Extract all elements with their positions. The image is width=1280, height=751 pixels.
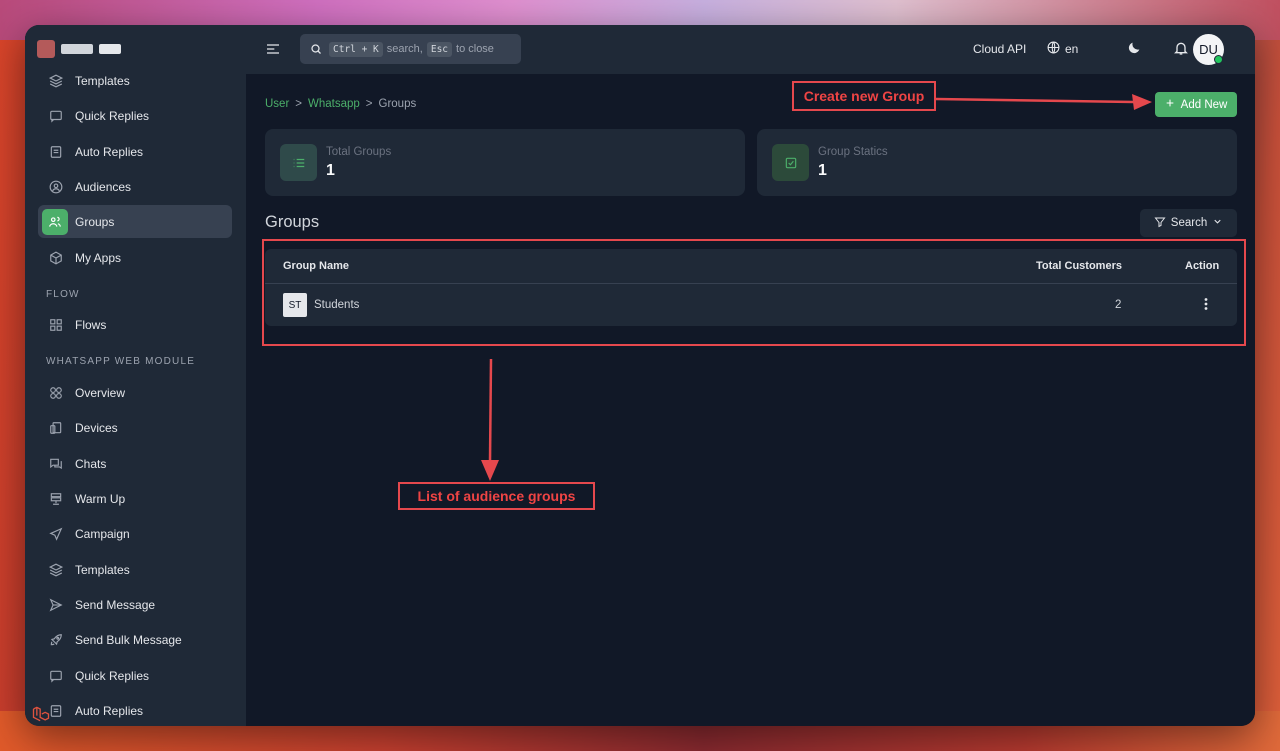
sidebar-item-label: Devices: [75, 420, 118, 435]
cloud-api-link[interactable]: Cloud API: [973, 42, 1026, 56]
sidebar-item-label: Flows: [75, 317, 107, 332]
sidebar-item-flows[interactable]: Flows: [38, 308, 232, 341]
list-icon: [280, 144, 317, 181]
filter-icon: [1154, 216, 1166, 231]
add-new-button[interactable]: Add New: [1155, 92, 1237, 117]
stat-card-group-statics: Group Statics 1: [757, 129, 1237, 196]
add-new-label: Add New: [1180, 98, 1228, 111]
language-selector[interactable]: en: [1047, 41, 1078, 57]
online-status-dot: [1214, 55, 1223, 64]
sidebar-item-label: My Apps: [75, 250, 122, 265]
main-content: User > Whatsapp > Groups Add New Total G…: [246, 74, 1255, 726]
dark-mode-toggle-icon[interactable]: [1126, 40, 1142, 56]
sidebar-item-devices[interactable]: Devices: [38, 411, 232, 444]
laravel-logo-icon: [31, 704, 51, 724]
breadcrumb-current: Groups: [378, 98, 417, 110]
sidebar-item-label: Quick Replies: [75, 108, 150, 123]
search-hint-end: to close: [456, 43, 494, 55]
rocket-icon: [47, 631, 65, 649]
sidebar-item-label: Groups: [75, 214, 115, 229]
users-icon: [42, 208, 68, 235]
box-icon: [47, 249, 65, 267]
layers-icon: [47, 561, 65, 579]
sidebar-item-quick-replies-web[interactable]: Quick Replies: [38, 659, 232, 692]
message-square-icon: [47, 107, 65, 125]
breadcrumb: User > Whatsapp > Groups: [265, 98, 416, 110]
menu-toggle-icon[interactable]: [265, 41, 281, 57]
search-filter-button[interactable]: Search: [1140, 209, 1237, 237]
chats-icon: [47, 455, 65, 473]
breadcrumb-separator: >: [295, 98, 302, 110]
stat-label: Total Groups: [326, 146, 392, 158]
grid-icon: [47, 316, 65, 334]
sidebar-item-label: Templates: [75, 73, 130, 88]
sidebar-item-label: Send Message: [75, 597, 156, 612]
sidebar-item-quick-replies[interactable]: Quick Replies: [38, 99, 232, 132]
globe-icon: [1047, 41, 1060, 57]
language-label: en: [1065, 42, 1079, 56]
stat-value: 1: [818, 162, 827, 179]
sidebar-item-label: Warm Up: [75, 491, 126, 506]
plus-icon: [1165, 98, 1175, 111]
message-square-icon: [47, 667, 65, 685]
search-hint: search,: [386, 43, 423, 55]
sidebar-item-overview[interactable]: Overview: [38, 376, 232, 409]
sidebar-item-label: Send Bulk Message: [75, 632, 182, 647]
breadcrumb-separator: >: [365, 98, 373, 110]
sidebar-item-templates-web[interactable]: Templates: [38, 553, 232, 586]
annotation-list-label: List of audience groups: [417, 488, 576, 504]
sidebar-item-my-apps[interactable]: My Apps: [38, 241, 232, 274]
escape-key: Esc: [426, 41, 453, 57]
sidebar-item-label: Overview: [75, 385, 126, 400]
sidebar-item-send-message[interactable]: Send Message: [38, 588, 232, 621]
filter-label: Search: [1170, 217, 1208, 229]
chevron-down-icon: [1212, 216, 1223, 230]
notification-bell-icon[interactable]: [1173, 40, 1189, 56]
sidebar: Templates Quick Replies Auto Replies Aud…: [25, 25, 246, 726]
sidebar-section-web: WHATSAPP WEB MODULE: [46, 356, 196, 367]
sidebar-item-send-bulk-message[interactable]: Send Bulk Message: [38, 623, 232, 656]
check-square-icon: [772, 144, 809, 181]
sidebar-item-label: Auto Replies: [75, 703, 144, 718]
breadcrumb-whatsapp[interactable]: Whatsapp: [308, 98, 360, 110]
send-nav-icon: [47, 525, 65, 543]
sidebar-item-templates[interactable]: Templates: [38, 64, 232, 97]
send-icon: [47, 596, 65, 614]
sidebar-item-audiences[interactable]: Audiences: [38, 170, 232, 203]
user-circle-icon: [47, 178, 65, 196]
stat-label: Group Statics: [818, 146, 888, 158]
app-logo: [37, 39, 121, 59]
shortcut-key: Ctrl + K: [329, 41, 383, 57]
file-text-icon: [47, 143, 65, 161]
sidebar-item-chats[interactable]: Chats: [38, 447, 232, 480]
sidebar-item-label: Chats: [75, 456, 107, 471]
circles-icon: [47, 384, 65, 402]
stat-card-total-groups: Total Groups 1: [265, 129, 745, 196]
avatar[interactable]: DU: [1193, 34, 1224, 65]
search-bar[interactable]: Ctrl + K search, Esc to close: [300, 34, 521, 64]
page-title: Groups: [265, 213, 320, 231]
devices-icon: [47, 419, 65, 437]
sidebar-item-campaign[interactable]: Campaign: [38, 517, 232, 550]
sidebar-item-groups[interactable]: Groups: [38, 205, 232, 238]
breadcrumb-user[interactable]: User: [265, 98, 289, 110]
sidebar-item-auto-replies-web[interactable]: Auto Replies: [38, 694, 232, 726]
server-icon: [47, 490, 65, 508]
sidebar-section-flow: FLOW: [46, 289, 80, 300]
annotation-create-label: Create new Group: [803, 88, 925, 104]
sidebar-item-label: Templates: [75, 562, 130, 577]
stat-value: 1: [326, 162, 335, 179]
sidebar-item-label: Audiences: [75, 179, 132, 194]
sidebar-item-warm-up[interactable]: Warm Up: [38, 482, 232, 515]
sidebar-item-label: Auto Replies: [75, 144, 144, 159]
app-window: Templates Quick Replies Auto Replies Aud…: [25, 25, 1255, 726]
sidebar-item-label: Quick Replies: [75, 668, 150, 683]
topbar: Ctrl + K search, Esc to close Cloud API …: [246, 25, 1255, 74]
annotation-table-box: [262, 239, 1246, 346]
search-icon: [310, 43, 322, 55]
layers-icon: [47, 72, 65, 90]
sidebar-item-label: Campaign: [75, 526, 130, 541]
sidebar-item-auto-replies[interactable]: Auto Replies: [38, 135, 232, 168]
